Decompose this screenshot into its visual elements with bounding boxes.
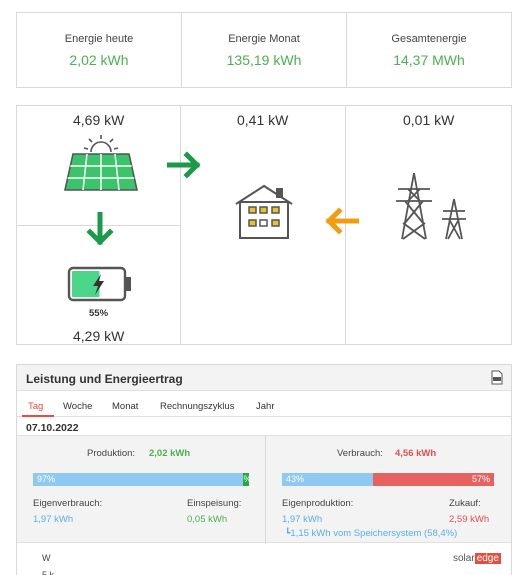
self-consumption-label: Eigenverbrauch:: [33, 498, 103, 509]
consumption-value: 4,56 kWh: [395, 448, 437, 459]
self-consumption-value: 1,97 kWh: [33, 514, 74, 525]
consumption-bar: 43% 57%: [282, 473, 494, 486]
purchase-value: 2,59 kWh: [449, 514, 490, 525]
battery-percent: 55%: [89, 308, 109, 319]
battery-icon: [67, 266, 133, 307]
selected-date[interactable]: 07.10.2022: [26, 422, 79, 434]
production-bar: 97% 3%: [33, 473, 249, 486]
feed-in-segment: 3%: [242, 473, 249, 486]
house-icon: [232, 182, 296, 247]
arrow-down-icon: [85, 211, 115, 253]
brand-part-1: solar: [453, 553, 475, 564]
brand-part-2: edge: [474, 553, 501, 564]
kpi-label: Energie Monat: [228, 32, 300, 45]
tab-monat[interactable]: Monat: [112, 401, 138, 412]
consumption-label: Verbrauch:: [337, 448, 383, 459]
tab-tag[interactable]: Tag: [28, 401, 43, 412]
tab-rechnungszyklus[interactable]: Rechnungszyklus: [160, 401, 234, 412]
kpi-energy-month: Energie Monat 135,19 kWh: [182, 13, 347, 87]
production-value: 2,02 kWh: [149, 448, 191, 459]
production-label: Produktion:: [87, 448, 136, 459]
chart-unit-label: W: [42, 553, 51, 563]
kpi-label: Gesamtenergie: [391, 32, 467, 45]
house-power-value: 0,41 kW: [237, 112, 289, 128]
solar-panel-icon: [61, 134, 141, 197]
feed-in-value: 0,05 kWh: [187, 514, 228, 525]
tab-jahr[interactable]: Jahr: [256, 401, 274, 412]
divider: [180, 106, 181, 344]
arrow-left-icon: [323, 206, 360, 241]
purchase-segment: 57%: [373, 473, 494, 486]
storage-note: ┗1,15 kWh vom Speichersystem (58,4%): [285, 528, 457, 539]
kpi-label: Energie heute: [64, 32, 134, 45]
arrow-right-icon: [166, 150, 203, 185]
active-tab-indicator: [22, 415, 54, 417]
divider: [265, 436, 266, 544]
feed-in-percent: 3%: [243, 474, 249, 484]
kpi-value: 135,19 kWh: [226, 51, 302, 68]
power-chart: W 5 k solar edge: [17, 545, 511, 575]
feed-in-label: Einspeisung:: [187, 498, 242, 509]
purchase-label: Zukauf:: [449, 498, 481, 509]
energy-summary-card: Energie heute 2,02 kWh Energie Monat 135…: [16, 12, 512, 88]
power-tower-icon: [392, 171, 468, 246]
csv-export-icon[interactable]: [491, 370, 503, 390]
energy-balance-summary: Produktion: 2,02 kWh 97% 3% Eigenverbrau…: [17, 435, 511, 544]
own-production-value: 1,97 kWh: [282, 514, 323, 525]
kpi-energy-today: Energie heute 2,02 kWh: [17, 13, 182, 87]
own-production-label: Eigenproduktion:: [282, 498, 354, 509]
energy-flow-card: 4,69 kW 0,41 kW 0,01 kW 55% 4,29 kW: [16, 105, 512, 345]
performance-header: Leistung und Energieertrag: [17, 365, 511, 391]
battery-power-value: 4,29 kW: [73, 328, 125, 344]
performance-title: Leistung und Energieertrag: [26, 372, 183, 386]
self-consumption-segment: 97%: [33, 473, 243, 486]
solar-power-value: 4,69 kW: [73, 112, 125, 128]
chart-tick-label: 5 k: [42, 570, 55, 575]
own-production-segment: 43%: [282, 473, 374, 486]
kpi-value: 2,02 kWh: [69, 51, 129, 68]
kpi-value: 14,37 MWh: [393, 51, 465, 68]
tab-woche[interactable]: Woche: [63, 401, 92, 412]
grid-power-value: 0,01 kW: [403, 112, 455, 128]
storage-note-text: 1,15 kWh vom Speichersystem (58,4%): [290, 528, 458, 539]
kpi-energy-total: Gesamtenergie 14,37 MWh: [347, 13, 511, 87]
solaredge-logo: solar edge: [453, 553, 501, 564]
performance-card: Leistung und Energieertrag Tag Woche Mon…: [16, 364, 512, 575]
period-tabs: Tag Woche Monat Rechnungszyklus Jahr: [17, 395, 511, 417]
